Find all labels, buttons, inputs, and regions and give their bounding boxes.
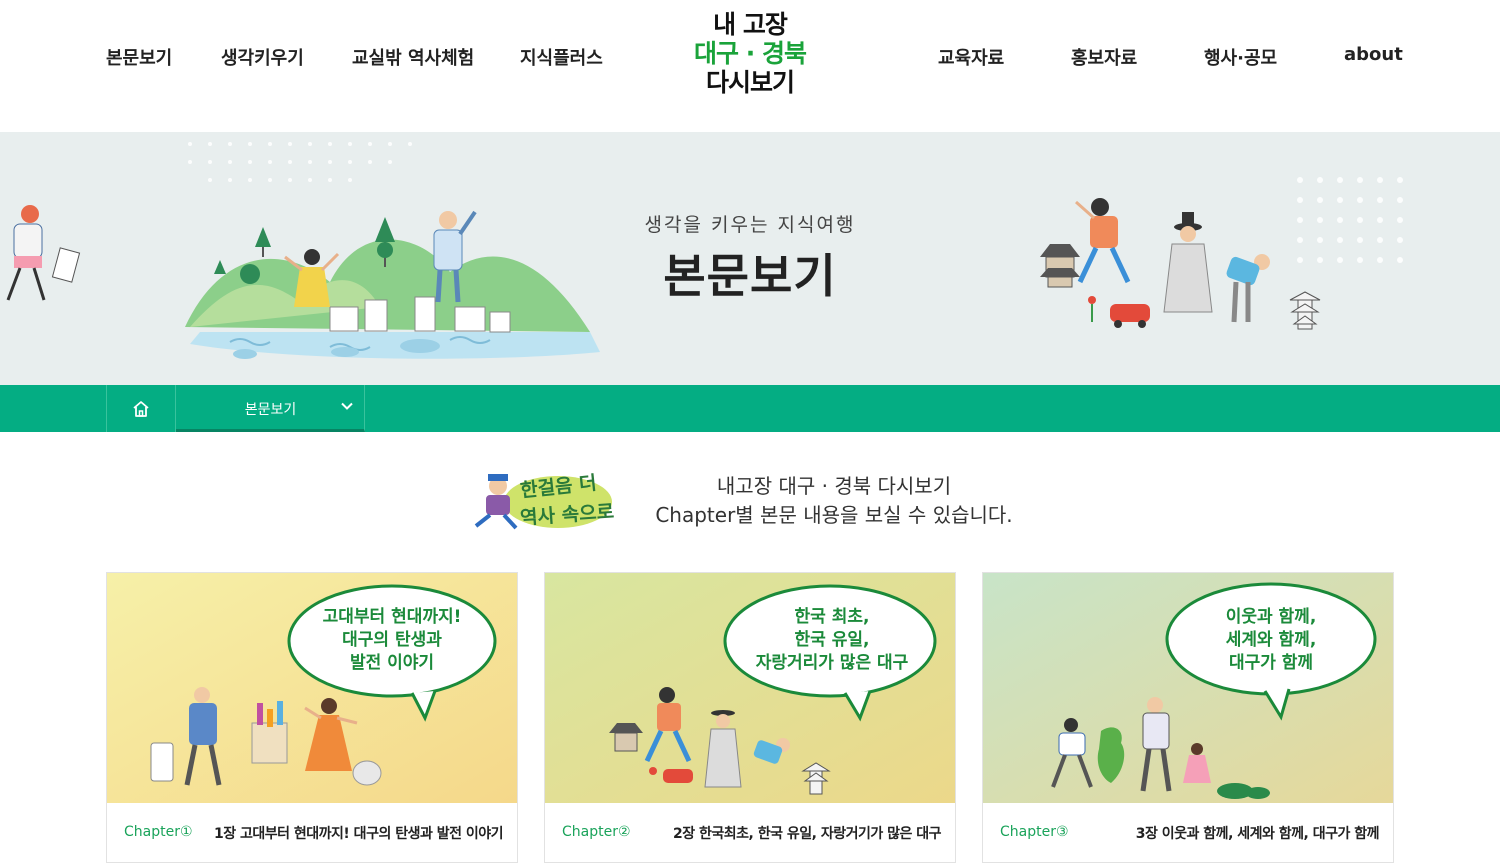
breadcrumb-bar: 본문보기 (0, 385, 1500, 432)
bubble-line: 발전 이야기 (349, 653, 435, 673)
breadcrumb-dropdown[interactable]: 본문보기 (176, 385, 365, 432)
bubble-line: 대구의 탄생과 (342, 630, 442, 650)
hero-banner: 생각을 키우는 지식여행 본문보기 (0, 132, 1500, 385)
chapter-1-bubble: 고대부터 현대까지! 대구의 탄생과 발전 이야기 (289, 606, 495, 675)
site-logo[interactable]: 내 고장 대구 · 경북 다시보기 (690, 10, 810, 97)
chapter-label: Chapter① (124, 824, 193, 840)
nav-item-main-content[interactable]: 본문보기 (106, 44, 172, 70)
chapter-label: Chapter③ (1000, 824, 1069, 840)
home-icon (133, 400, 149, 417)
bubble-line: 자랑거리가 많은 대구 (755, 653, 909, 673)
bubble-line: 한국 최초, (794, 607, 870, 627)
home-button[interactable] (106, 385, 176, 432)
chapter-card-1[interactable]: 고대부터 현대까지! 대구의 탄생과 발전 이야기 Chapter① 1장 고대… (106, 572, 518, 863)
logo-line-2: 대구 · 경북 (694, 39, 807, 68)
nav-item-outside-class[interactable]: 교실밖 역사체험 (352, 44, 474, 70)
chapter-2-bubble: 한국 최초, 한국 유일, 자랑거리가 많은 대구 (727, 606, 937, 675)
bubble-line: 세계와 함께, (1225, 630, 1317, 650)
chapter-1-footer: Chapter① 1장 고대부터 현대까지! 대구의 탄생과 발전 이야기 (107, 803, 517, 862)
nav-item-events[interactable]: 행사·공모 (1204, 44, 1277, 70)
intro-line-1: 내고장 대구 · 경북 다시보기 (716, 474, 952, 498)
nav-item-edu-materials[interactable]: 교육자료 (938, 44, 1004, 70)
intro-badge: 한걸음 더 역사 속으로 (470, 466, 615, 534)
nav-item-knowledge-plus[interactable]: 지식플러스 (520, 44, 603, 70)
hero-subtitle: 생각을 키우는 지식여행 (644, 214, 856, 236)
intro-line-2: Chapter별 본문 내용을 보실 수 있습니다. (655, 503, 1013, 527)
logo-line-1: 내 고장 (713, 10, 788, 39)
breadcrumb-current: 본문보기 (244, 402, 297, 418)
chapter-3-footer: Chapter③ 3장 이웃과 함께, 세계와 함께, 대구가 함께 (983, 803, 1393, 862)
nav-item-about[interactable]: about (1344, 44, 1403, 65)
site-header: 본문보기 생각키우기 교실밖 역사체험 지식플러스 내 고장 대구 · 경북 다… (0, 0, 1500, 132)
chapter-3-bubble: 이웃과 함께, 세계와 함께, 대구가 함께 (1167, 606, 1375, 675)
logo-line-3: 다시보기 (705, 68, 795, 97)
chapter-label: Chapter② (562, 824, 631, 840)
bubble-line: 대구가 함께 (1228, 653, 1314, 673)
chapter-2-footer: Chapter② 2장 한국최초, 한국 유일, 자랑거기가 많은 대구 (545, 803, 955, 862)
hero-title: 본문보기 (663, 249, 837, 303)
intro-text: 내고장 대구 · 경북 다시보기 Chapter별 본문 내용을 보실 수 있습… (620, 472, 1048, 530)
bubble-line: 한국 유일, (794, 630, 870, 650)
bubble-line: 이웃과 함께, (1225, 607, 1317, 627)
chapter-card-2[interactable]: 한국 최초, 한국 유일, 자랑거리가 많은 대구 Chapter② 2장 한국… (544, 572, 956, 863)
chapter-title: 1장 고대부터 현대까지! 대구의 탄생과 발전 이야기 (214, 826, 503, 842)
chapter-title: 3장 이웃과 함께, 세계와 함께, 대구가 함께 (1135, 826, 1380, 842)
bubble-line: 고대부터 현대까지! (322, 607, 462, 627)
chapter-card-3[interactable]: 이웃과 함께, 세계와 함께, 대구가 함께 Chapter③ 3장 이웃과 함… (982, 572, 1394, 863)
nav-item-think[interactable]: 생각키우기 (221, 44, 304, 70)
chevron-down-icon (341, 402, 353, 410)
nav-item-promo-materials[interactable]: 홍보자료 (1071, 44, 1137, 70)
chapter-title: 2장 한국최초, 한국 유일, 자랑거기가 많은 대구 (673, 826, 941, 842)
